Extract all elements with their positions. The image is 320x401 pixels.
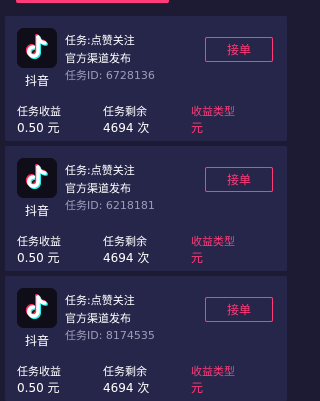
task-id-label: 任务ID:	[65, 69, 103, 82]
earning-type-label: 收益类型	[191, 105, 235, 118]
earning-type-value: 元	[191, 251, 204, 265]
app-name: 抖音	[24, 74, 49, 88]
accept-task-button[interactable]: 接单	[205, 167, 273, 192]
remaining-label: 任务剩余	[103, 105, 147, 118]
task-title: 任务:点赞关注	[65, 164, 135, 177]
task-channel: 官方渠道发布	[65, 312, 131, 325]
task-id-value: 6728136	[105, 69, 155, 82]
task-title: 任务:点赞关注	[65, 34, 135, 47]
task-card: 抖音 任务:点赞关注 官方渠道发布 任务ID: 6218181 接单 任务收益 …	[5, 146, 287, 271]
earning-type-value: 元	[191, 121, 204, 135]
active-tab-indicator	[16, 0, 169, 3]
task-id: 任务ID: 6218181	[65, 197, 155, 213]
earning-type-label: 收益类型	[191, 365, 235, 378]
earnings-label: 任务收益	[17, 105, 61, 118]
earning-type-label: 收益类型	[191, 235, 235, 248]
task-id-label: 任务ID:	[65, 199, 103, 212]
task-id: 任务ID: 6728136	[65, 67, 155, 83]
remaining-value: 4694 次	[103, 381, 150, 395]
remaining-label: 任务剩余	[103, 235, 147, 248]
task-channel: 官方渠道发布	[65, 52, 131, 65]
earning-type-value: 元	[191, 381, 204, 395]
earnings-label: 任务收益	[17, 365, 61, 378]
tiktok-icon	[17, 28, 57, 68]
task-id-label: 任务ID:	[65, 329, 103, 342]
app-name: 抖音	[24, 334, 49, 348]
task-id: 任务ID: 8174535	[65, 327, 155, 343]
earnings-label: 任务收益	[17, 235, 61, 248]
task-channel: 官方渠道发布	[65, 182, 131, 195]
task-card: 抖音 任务:点赞关注 官方渠道发布 任务ID: 8174535 接单 任务收益 …	[5, 276, 287, 401]
tiktok-icon	[17, 158, 57, 198]
task-title: 任务:点赞关注	[65, 294, 135, 307]
remaining-label: 任务剩余	[103, 365, 147, 378]
remaining-value: 4694 次	[103, 121, 150, 135]
earnings-value: 0.50 元	[17, 121, 60, 135]
task-card: 抖音 任务:点赞关注 官方渠道发布 任务ID: 6728136 接单 任务收益 …	[5, 16, 287, 141]
task-id-value: 6218181	[105, 199, 155, 212]
earnings-value: 0.50 元	[17, 381, 60, 395]
accept-task-button[interactable]: 接单	[205, 37, 273, 62]
app-name: 抖音	[24, 204, 49, 218]
remaining-value: 4694 次	[103, 251, 150, 265]
accept-task-button[interactable]: 接单	[205, 297, 273, 322]
tiktok-icon	[17, 288, 57, 328]
earnings-value: 0.50 元	[17, 251, 60, 265]
task-id-value: 8174535	[105, 329, 155, 342]
top-strip	[0, 0, 292, 8]
